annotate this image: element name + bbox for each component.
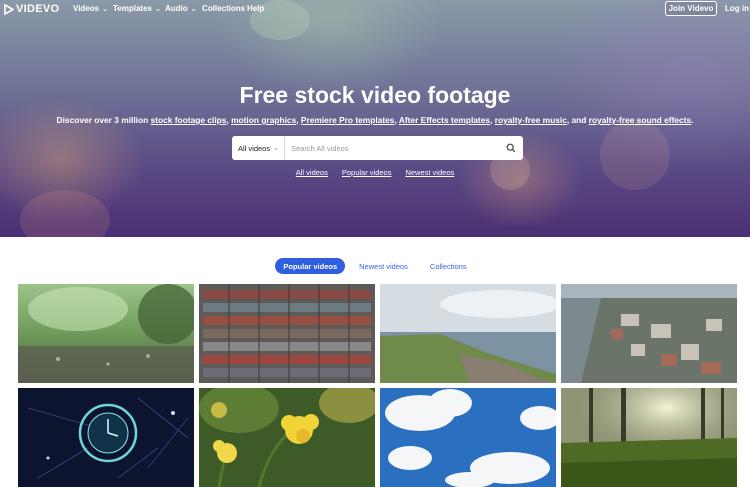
video-thumbnail-shipping-containers[interactable] (199, 284, 375, 383)
tab-collections[interactable]: Collections (422, 258, 475, 274)
chevron-down-icon: ⌄ (154, 5, 161, 13)
video-thumbnail-rain-forest[interactable] (18, 284, 194, 383)
coastline-image (380, 284, 556, 383)
login-link[interactable]: Log in (725, 4, 749, 13)
quick-link-popular-videos[interactable]: Popular videos (342, 168, 392, 177)
hero-subtitle: Discover over 3 million stock footage cl… (0, 115, 750, 125)
subtitle-text: Discover over 3 million (56, 115, 151, 125)
forest-grass-image (561, 388, 737, 487)
nav-label: Videos (73, 4, 100, 13)
chevron-down-icon: ⌄ (190, 5, 197, 13)
aerial-city-image (561, 284, 737, 383)
join-button[interactable]: Join Videvo (665, 1, 717, 16)
hero-banner: VIDEVO Videos ⌄ Templates ⌄ Audio ⌄ Collect… (0, 0, 750, 237)
video-thumbnail-forest-grass[interactable] (561, 388, 737, 487)
separator: . (691, 115, 694, 125)
chevron-down-icon: ⌄ (102, 5, 108, 13)
link-motion-graphics[interactable]: motion graphics (231, 115, 296, 125)
video-thumbnail-coastline[interactable] (380, 284, 556, 383)
link-sound-effects[interactable]: royalty-free sound effects (589, 115, 691, 125)
top-nav: VIDEVO Videos ⌄ Templates ⌄ Audio ⌄ Collect… (0, 0, 750, 18)
nav-videos[interactable]: Videos ⌄ (73, 4, 108, 13)
video-tabs: Popular videos Newest videos Collections (0, 258, 750, 274)
quick-link-newest-videos[interactable]: Newest videos (405, 168, 454, 177)
quick-links: All videos Popular videos Newest videos (0, 168, 750, 177)
logo[interactable]: VIDEVO (4, 3, 59, 15)
nav-label: Audio (165, 4, 188, 13)
clouds-sky-image (380, 388, 556, 487)
nav-label: Collections (202, 4, 246, 13)
hero-title: Free stock video footage (239, 82, 511, 108)
bokeh-light (600, 120, 670, 190)
rain-forest-image (18, 284, 194, 383)
search-button[interactable] (499, 136, 523, 160)
nav-label: Help (247, 4, 265, 13)
link-stock-footage[interactable]: stock footage clips (151, 115, 227, 125)
nav-help[interactable]: Help (247, 4, 264, 13)
nav-templates[interactable]: Templates ⌄ (113, 4, 161, 13)
logo-text: VIDEVO (16, 3, 60, 15)
tab-popular-videos[interactable]: Popular videos (275, 258, 346, 274)
bokeh-light (20, 190, 110, 237)
search-bar: All videos ⌄ (232, 136, 523, 160)
chevron-down-icon: ⌄ (273, 145, 279, 152)
search-category-select[interactable]: All videos ⌄ (232, 136, 285, 160)
search-icon (506, 143, 516, 153)
shipping-containers-image (199, 284, 375, 383)
link-royalty-free-music[interactable]: royalty-free music (495, 115, 567, 125)
video-thumbnail-aerial-city[interactable] (561, 284, 737, 383)
separator: , and (566, 115, 589, 125)
video-thumbnail-daffodils[interactable] (199, 388, 375, 487)
video-thumbnail-clouds-sky[interactable] (380, 388, 556, 487)
link-premiere-pro[interactable]: Premiere Pro templates (301, 115, 395, 125)
select-value: All videos (238, 143, 271, 153)
nav-label: Templates (113, 4, 152, 13)
nav-audio[interactable]: Audio ⌄ (165, 4, 197, 13)
daffodils-image (199, 388, 375, 487)
video-thumbnail-digital-clock[interactable] (18, 388, 194, 487)
nav-collections[interactable]: Collections (202, 4, 245, 13)
tab-newest-videos[interactable]: Newest videos (351, 258, 416, 274)
link-after-effects[interactable]: After Effects templates (399, 115, 490, 125)
digital-clock-image (18, 388, 194, 487)
quick-link-all-videos[interactable]: All videos (296, 168, 328, 177)
search-input[interactable] (285, 137, 499, 159)
play-logo-icon (4, 3, 14, 15)
